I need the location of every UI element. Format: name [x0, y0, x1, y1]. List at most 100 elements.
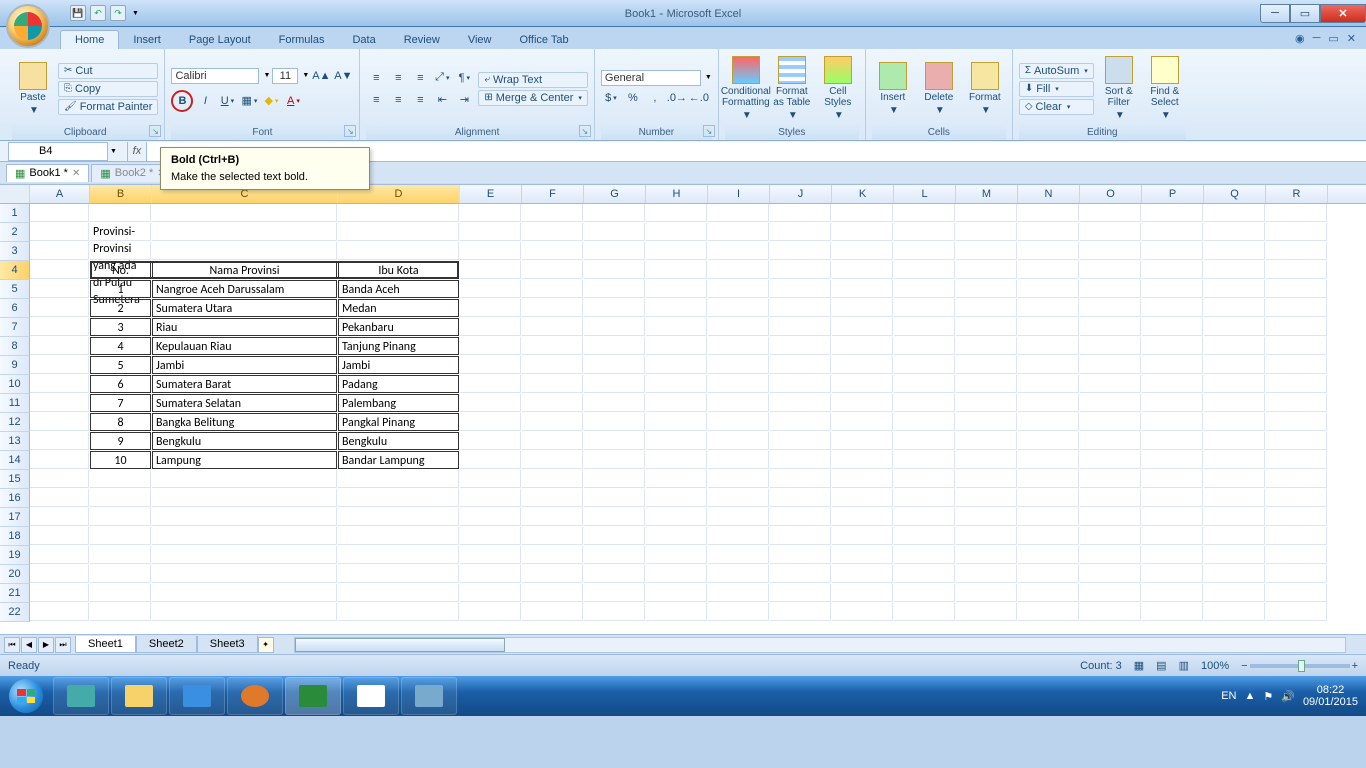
cell[interactable]: [460, 584, 521, 602]
cell[interactable]: [30, 413, 89, 431]
cell[interactable]: [584, 432, 645, 450]
cell[interactable]: [646, 261, 707, 279]
cell[interactable]: [708, 603, 769, 621]
cell[interactable]: [832, 565, 893, 583]
row-header[interactable]: 19: [0, 546, 30, 565]
cell[interactable]: [1204, 337, 1265, 355]
cell[interactable]: [1142, 318, 1203, 336]
col-header[interactable]: I: [708, 185, 770, 203]
cell[interactable]: [708, 527, 769, 545]
cell[interactable]: [1266, 470, 1327, 488]
cell[interactable]: [646, 413, 707, 431]
taskbar-photos[interactable]: [401, 677, 457, 715]
row-header[interactable]: 9: [0, 356, 30, 375]
cell[interactable]: [894, 546, 955, 564]
cell[interactable]: [770, 337, 831, 355]
cell[interactable]: [338, 204, 459, 222]
cell[interactable]: [584, 584, 645, 602]
cell[interactable]: [708, 318, 769, 336]
cell[interactable]: [708, 470, 769, 488]
cell[interactable]: [832, 489, 893, 507]
cell[interactable]: [522, 356, 583, 374]
decrease-indent-button[interactable]: ⇤: [432, 90, 452, 110]
cell[interactable]: [708, 242, 769, 260]
cell[interactable]: [1204, 204, 1265, 222]
cut-button[interactable]: ✂ Cut: [58, 63, 158, 79]
cell[interactable]: [770, 565, 831, 583]
cell[interactable]: [1142, 375, 1203, 393]
number-format-select[interactable]: General: [601, 70, 701, 86]
cell[interactable]: [522, 242, 583, 260]
cell[interactable]: 7: [90, 394, 151, 412]
shrink-font-button[interactable]: A▼: [333, 66, 353, 86]
cell[interactable]: Jambi: [338, 356, 459, 374]
cell[interactable]: [460, 223, 521, 241]
row-header[interactable]: 8: [0, 337, 30, 356]
cell[interactable]: [708, 356, 769, 374]
cell[interactable]: 2: [90, 299, 151, 317]
tab-formulas[interactable]: Formulas: [265, 31, 339, 49]
cell[interactable]: [956, 508, 1017, 526]
ribbon-rest-icon[interactable]: ▭: [1328, 32, 1338, 45]
cell[interactable]: [90, 508, 151, 526]
col-header[interactable]: F: [522, 185, 584, 203]
cell[interactable]: Bengkulu: [152, 432, 337, 450]
cell[interactable]: [894, 489, 955, 507]
cell[interactable]: Tanjung Pinang: [338, 337, 459, 355]
cell[interactable]: [522, 375, 583, 393]
cell[interactable]: [832, 356, 893, 374]
number-launcher[interactable]: ↘: [703, 125, 715, 137]
cell[interactable]: [894, 356, 955, 374]
ribbon-close-icon[interactable]: ✕: [1347, 32, 1356, 45]
cell[interactable]: [90, 546, 151, 564]
cell[interactable]: [460, 375, 521, 393]
cell[interactable]: [460, 546, 521, 564]
cell[interactable]: [30, 223, 89, 241]
cell[interactable]: [894, 432, 955, 450]
cell[interactable]: [152, 527, 337, 545]
tray-volume-icon[interactable]: 🔊: [1281, 690, 1295, 703]
cell[interactable]: [1204, 356, 1265, 374]
delete-cells-button[interactable]: Delete▼: [918, 52, 960, 125]
cell[interactable]: [956, 242, 1017, 260]
cell[interactable]: [832, 337, 893, 355]
cell[interactable]: [1080, 546, 1141, 564]
cell[interactable]: [1080, 565, 1141, 583]
cell[interactable]: [522, 318, 583, 336]
cell[interactable]: [1080, 394, 1141, 412]
cell[interactable]: [708, 451, 769, 469]
cell[interactable]: Bangka Belitung: [152, 413, 337, 431]
cell[interactable]: [770, 527, 831, 545]
cell[interactable]: [646, 451, 707, 469]
row-header[interactable]: 20: [0, 565, 30, 584]
cell[interactable]: [522, 527, 583, 545]
cell[interactable]: [1018, 470, 1079, 488]
language-indicator[interactable]: EN: [1221, 690, 1236, 702]
cell[interactable]: [522, 470, 583, 488]
col-header[interactable]: G: [584, 185, 646, 203]
cell[interactable]: [832, 204, 893, 222]
cell[interactable]: [1142, 527, 1203, 545]
cell[interactable]: [30, 432, 89, 450]
cell[interactable]: [894, 242, 955, 260]
cell[interactable]: [1080, 261, 1141, 279]
cell[interactable]: [152, 204, 337, 222]
cell[interactable]: [1204, 242, 1265, 260]
cell[interactable]: [1266, 242, 1327, 260]
col-header[interactable]: N: [1018, 185, 1080, 203]
cell[interactable]: [1266, 489, 1327, 507]
sheet-nav-last[interactable]: ⏭: [55, 637, 71, 653]
cell[interactable]: Sumatera Selatan: [152, 394, 337, 412]
qat-dropdown-icon[interactable]: ▼: [132, 10, 139, 17]
col-header[interactable]: A: [30, 185, 90, 203]
cell[interactable]: [956, 470, 1017, 488]
cell[interactable]: [522, 261, 583, 279]
cell[interactable]: [832, 242, 893, 260]
cell[interactable]: [1018, 451, 1079, 469]
cell[interactable]: [584, 223, 645, 241]
start-button[interactable]: [0, 676, 52, 716]
cell[interactable]: [956, 413, 1017, 431]
taskbar-ie[interactable]: [169, 677, 225, 715]
align-middle-button[interactable]: ≡: [388, 68, 408, 88]
zoom-slider[interactable]: −+: [1241, 660, 1358, 672]
